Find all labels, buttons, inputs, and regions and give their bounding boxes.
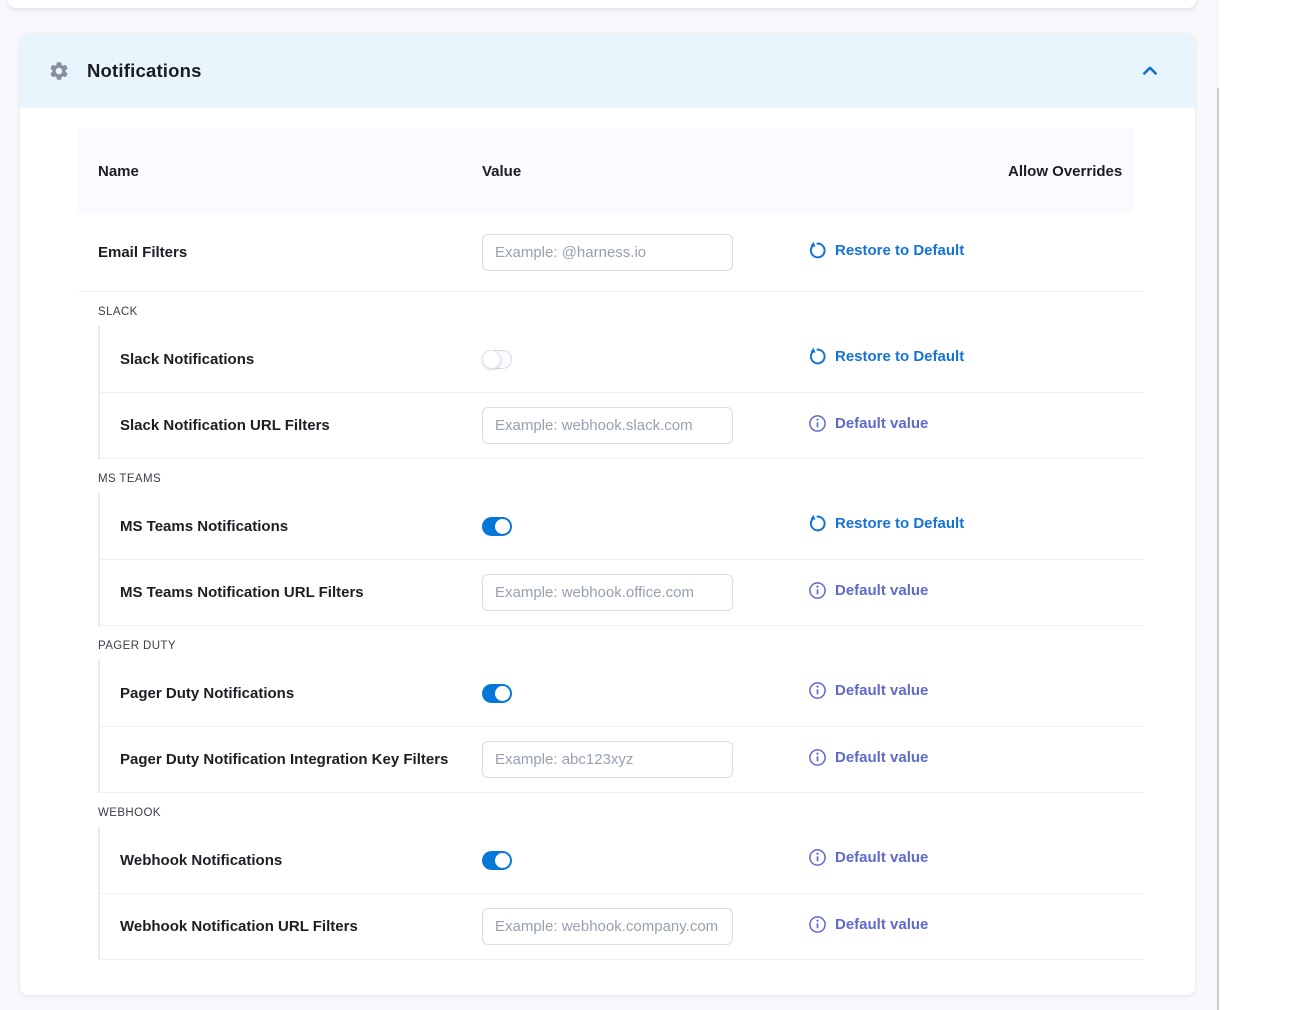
default-value-label: Default value — [835, 849, 928, 866]
info-icon — [808, 915, 827, 934]
toggle-knob — [495, 519, 510, 534]
restore-icon — [808, 347, 827, 366]
webhook-url-filters-input[interactable] — [482, 908, 733, 945]
restore-to-default-link[interactable]: Restore to Default — [808, 241, 964, 260]
info-icon — [808, 681, 827, 700]
settings-table: Name Value Allow Overrides Email Filters… — [20, 108, 1195, 960]
toggle-knob — [482, 350, 501, 369]
toggle-knob — [495, 853, 510, 868]
webhook-notifications-toggle[interactable] — [482, 851, 512, 870]
info-icon — [808, 414, 827, 433]
group-pager-duty: Pager Duty Notifications Default value P… — [98, 660, 1144, 793]
default-value-label: Default value — [835, 682, 928, 699]
group-slack: Slack Notifications Restore to Default S… — [98, 326, 1144, 459]
setting-label: Webhook Notifications — [120, 852, 482, 869]
group-label-pager-duty: PAGER DUTY — [78, 626, 1195, 660]
table-row-slack-url-filters: Slack Notification URL Filters Default v… — [100, 392, 1144, 458]
info-icon — [808, 748, 827, 767]
scrollbar[interactable] — [1217, 88, 1219, 1010]
setting-label: Pager Duty Notifications — [120, 685, 482, 702]
section-title: Notifications — [87, 60, 202, 82]
column-header-name: Name — [98, 159, 482, 184]
default-value-label: Default value — [835, 749, 928, 766]
setting-label: Email Filters — [98, 244, 482, 261]
info-icon — [808, 581, 827, 600]
email-filters-input[interactable] — [482, 234, 733, 271]
slack-notifications-toggle[interactable] — [482, 350, 512, 369]
toggle-knob — [495, 686, 510, 701]
gear-icon — [48, 60, 70, 82]
restore-to-default-label: Restore to Default — [835, 242, 964, 259]
default-value-link[interactable]: Default value — [808, 581, 928, 600]
table-header-row: Name Value Allow Overrides — [78, 128, 1134, 214]
column-header-value: Value — [482, 159, 808, 184]
table-row-pager-duty-notifications: Pager Duty Notifications Default value — [100, 660, 1144, 726]
setting-label: MS Teams Notification URL Filters — [120, 584, 482, 601]
notifications-accordion-header[interactable]: Notifications — [20, 34, 1195, 108]
table-row-email-filters: Email Filters Restore to Default — [78, 214, 1144, 292]
table-row-webhook-url-filters: Webhook Notification URL Filters Default… — [100, 893, 1144, 959]
default-value-label: Default value — [835, 582, 928, 599]
default-value-link[interactable]: Default value — [808, 748, 928, 767]
table-row-ms-teams-url-filters: MS Teams Notification URL Filters Defaul… — [100, 559, 1144, 625]
ms-teams-notifications-toggle[interactable] — [482, 517, 512, 536]
default-value-link[interactable]: Default value — [808, 915, 928, 934]
chevron-up-icon[interactable] — [1141, 62, 1159, 80]
default-value-link[interactable]: Default value — [808, 681, 928, 700]
slack-url-filters-input[interactable] — [482, 407, 733, 444]
content-background: Notifications Name Value Allow Overrides… — [0, 0, 1219, 1010]
group-ms-teams: MS Teams Notifications Restore to Defaul… — [98, 493, 1144, 626]
column-header-allow-overrides: Allow Overrides — [1008, 159, 1134, 184]
previous-card-remnant — [8, 0, 1196, 8]
pager-duty-notifications-toggle[interactable] — [482, 684, 512, 703]
group-label-slack: SLACK — [78, 292, 1195, 326]
default-value-label: Default value — [835, 916, 928, 933]
setting-label: Pager Duty Notification Integration Key … — [120, 751, 482, 768]
restore-icon — [808, 241, 827, 260]
table-row-slack-notifications: Slack Notifications Restore to Default — [100, 326, 1144, 392]
setting-label: Webhook Notification URL Filters — [120, 918, 482, 935]
default-value-link[interactable]: Default value — [808, 848, 928, 867]
table-row-ms-teams-notifications: MS Teams Notifications Restore to Defaul… — [100, 493, 1144, 559]
table-row-webhook-notifications: Webhook Notifications Default value — [100, 827, 1144, 893]
notifications-card: Notifications Name Value Allow Overrides… — [20, 34, 1195, 995]
restore-to-default-label: Restore to Default — [835, 348, 964, 365]
info-icon — [808, 848, 827, 867]
page: Notifications Name Value Allow Overrides… — [0, 0, 1300, 1010]
default-value-label: Default value — [835, 415, 928, 432]
ms-teams-url-filters-input[interactable] — [482, 574, 733, 611]
setting-label: Slack Notifications — [120, 351, 482, 368]
setting-label: Slack Notification URL Filters — [120, 417, 482, 434]
table-row-pager-duty-key-filters: Pager Duty Notification Integration Key … — [100, 726, 1144, 792]
group-label-webhook: WEBHOOK — [78, 793, 1195, 827]
restore-to-default-link[interactable]: Restore to Default — [808, 347, 964, 366]
group-webhook: Webhook Notifications Default value Webh… — [98, 827, 1144, 960]
setting-label: MS Teams Notifications — [120, 518, 482, 535]
default-value-link[interactable]: Default value — [808, 414, 928, 433]
group-label-ms-teams: MS TEAMS — [78, 459, 1195, 493]
restore-to-default-label: Restore to Default — [835, 515, 964, 532]
pager-duty-key-filters-input[interactable] — [482, 741, 733, 778]
restore-icon — [808, 514, 827, 533]
restore-to-default-link[interactable]: Restore to Default — [808, 514, 964, 533]
